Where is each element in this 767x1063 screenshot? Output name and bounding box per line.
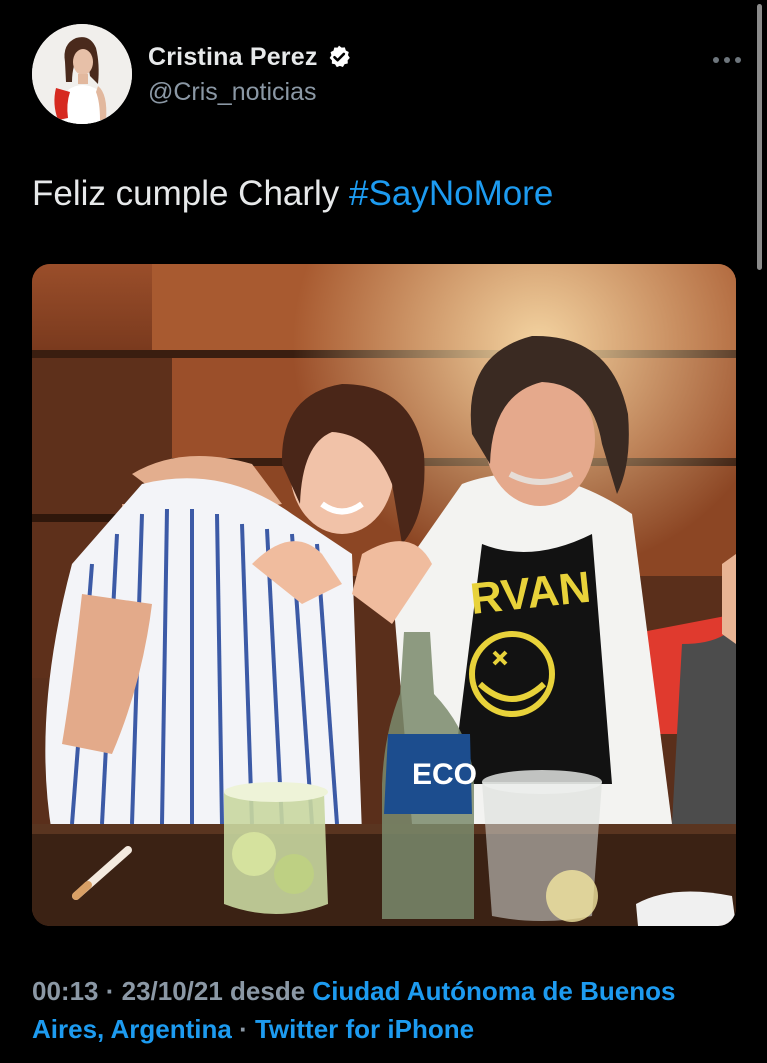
tweet-text: Feliz cumple Charly #SayNoMore (32, 170, 732, 218)
from-word: desde (222, 976, 313, 1006)
photo-image: RVAN ECO (32, 264, 736, 926)
author-display-name[interactable]: Cristina Perez (148, 43, 318, 72)
author-handle[interactable]: @Cris_noticias (148, 78, 352, 107)
tweet-body-text: Feliz cumple Charly (32, 174, 350, 213)
tweet-date[interactable]: 23/10/21 (122, 976, 223, 1006)
source-link[interactable]: Twitter for iPhone (255, 1014, 474, 1044)
bottle-label-text: ECO (412, 758, 477, 791)
verified-badge-icon (326, 44, 352, 70)
tweet-time[interactable]: 00:13 (32, 976, 99, 1006)
tweet-photo[interactable]: RVAN ECO (32, 264, 736, 926)
more-options-icon[interactable] (712, 52, 742, 63)
tweet-header: Cristina Perez @Cris_noticias (32, 24, 742, 128)
meta-separator: · (98, 976, 122, 1006)
tweet-meta: 00:13 · 23/10/21 desde Ciudad Autónoma d… (32, 972, 732, 1048)
scrollbar[interactable] (757, 4, 762, 270)
avatar-image (32, 24, 132, 124)
hashtag-link[interactable]: #SayNoMore (349, 174, 553, 213)
meta-separator: · (231, 1014, 255, 1044)
avatar[interactable] (32, 24, 132, 124)
